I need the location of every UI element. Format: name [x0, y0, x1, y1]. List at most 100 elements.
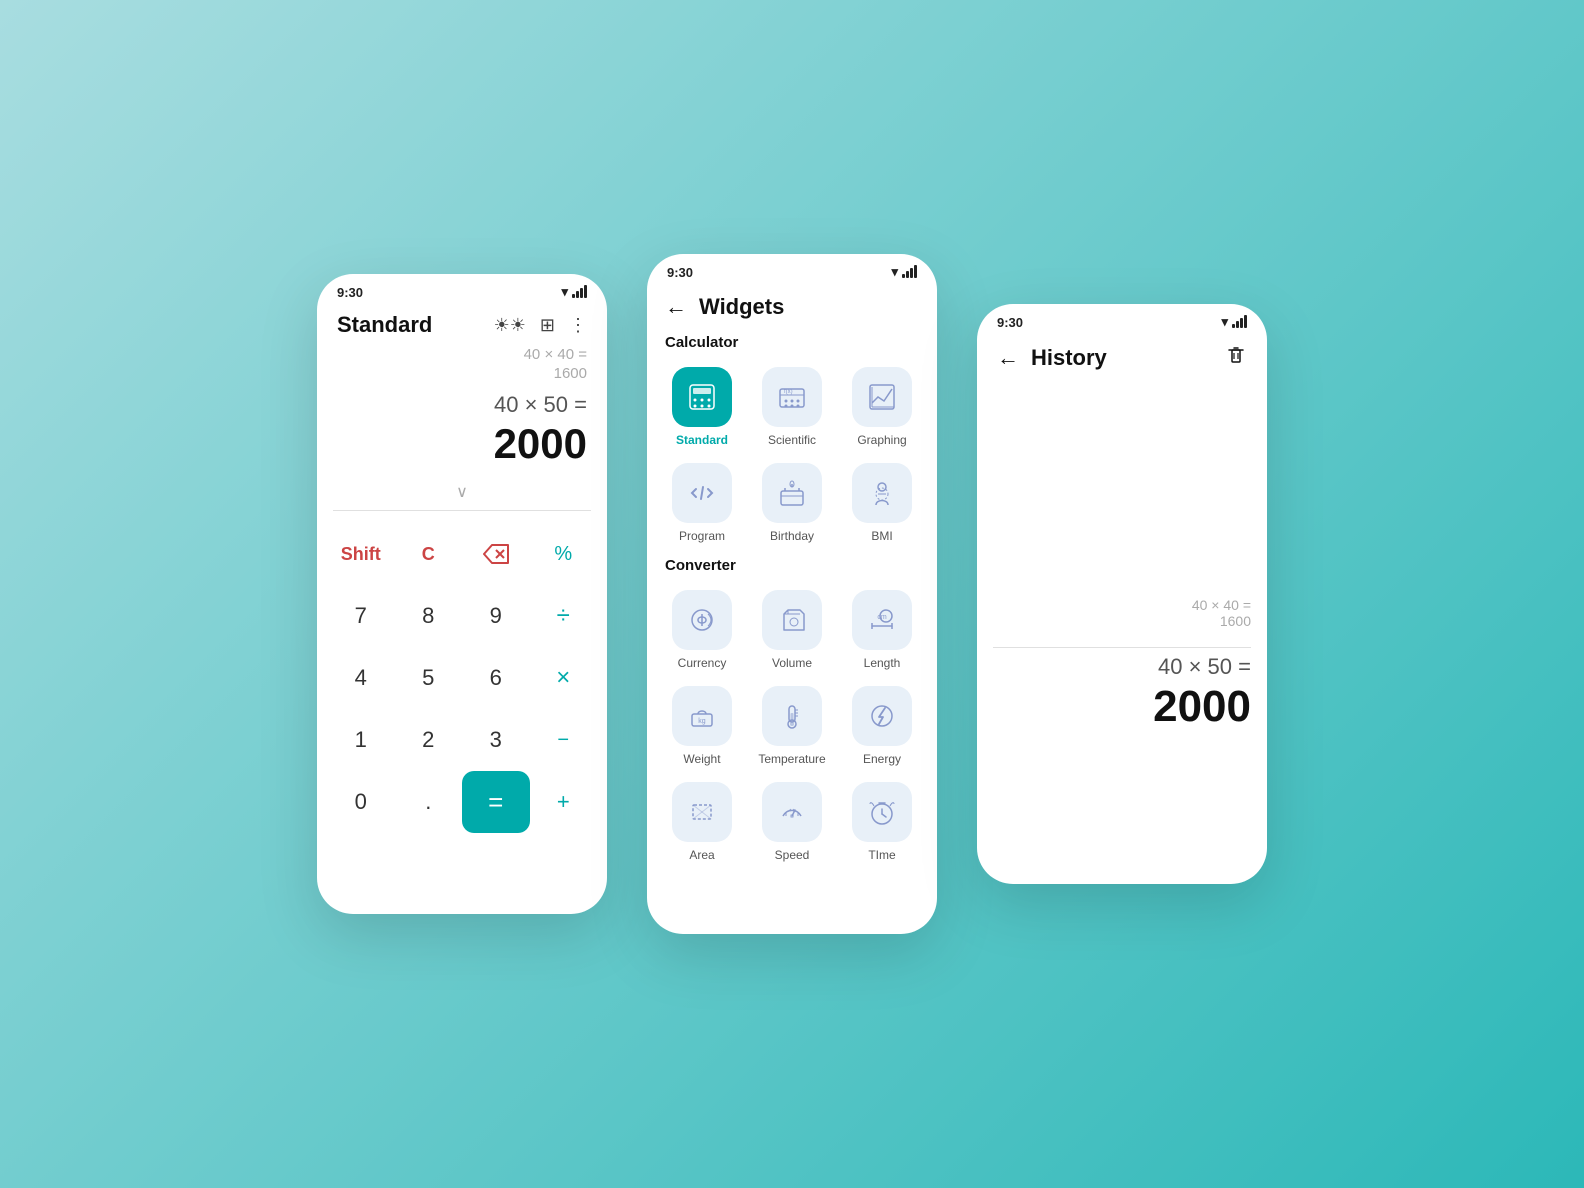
- history-body: 40 × 40 = 1600 40 × 50 = 2000: [977, 382, 1267, 732]
- history-divider: [993, 647, 1251, 648]
- key-percent[interactable]: %: [530, 523, 598, 585]
- time-icon-box: [852, 782, 912, 842]
- key-4[interactable]: 4: [327, 647, 395, 709]
- widget-energy[interactable]: Energy: [839, 678, 925, 770]
- bmi-icon: [866, 477, 898, 509]
- key-backspace[interactable]: [462, 523, 530, 585]
- volume-icon-box: [762, 590, 822, 650]
- back-button[interactable]: ←: [665, 294, 687, 320]
- key-7[interactable]: 7: [327, 585, 395, 647]
- area-icon: [686, 796, 718, 828]
- key-1[interactable]: 1: [327, 709, 395, 771]
- key-dot[interactable]: .: [395, 771, 463, 833]
- key-2[interactable]: 2: [395, 709, 463, 771]
- program-icon-box: [672, 463, 732, 523]
- svg-text:kg: kg: [698, 718, 706, 725]
- key-6[interactable]: 6: [462, 647, 530, 709]
- time-icon: [866, 796, 898, 828]
- temperature-icon: [776, 700, 808, 732]
- standard-icon-box: [672, 367, 732, 427]
- main-result: 2000: [337, 420, 587, 468]
- status-bar-3: 9:30 ▾: [977, 304, 1267, 334]
- time-2: 9:30: [667, 265, 693, 280]
- widget-speed[interactable]: Speed: [749, 774, 835, 866]
- history-back-button[interactable]: ←: [997, 345, 1019, 371]
- widget-program[interactable]: Program: [659, 455, 745, 547]
- widget-volume[interactable]: Volume: [749, 582, 835, 674]
- key-9[interactable]: 9: [462, 585, 530, 647]
- key-3[interactable]: 3: [462, 709, 530, 771]
- bmi-icon-box: [852, 463, 912, 523]
- history-old-expr: 40 × 40 =: [993, 597, 1251, 613]
- brightness-icon[interactable]: ☀: [494, 315, 526, 336]
- calculator-grid: Standard f(x) Scientific: [647, 355, 937, 551]
- key-plus[interactable]: +: [530, 771, 598, 833]
- widget-currency-label: Currency: [678, 656, 727, 670]
- keypad: Shift C % 7 8 9 ÷ 4 5 6 × 1 2 3 − 0 . = …: [317, 515, 607, 841]
- history-current-result: 2000: [993, 682, 1251, 732]
- widget-program-label: Program: [679, 529, 725, 543]
- weight-icon: kg: [686, 700, 718, 732]
- signal-icon-2: [902, 266, 917, 278]
- status-bar-2: 9:30 ▾: [647, 254, 937, 284]
- wifi-icon-3: ▾: [1221, 314, 1228, 330]
- widget-currency[interactable]: Currency: [659, 582, 745, 674]
- widget-area-label: Area: [689, 848, 714, 862]
- widget-birthday[interactable]: Birthday: [749, 455, 835, 547]
- widgets-header: ← Widgets: [647, 284, 937, 328]
- status-icons-3: ▾: [1221, 314, 1247, 330]
- widget-graphing[interactable]: Graphing: [839, 359, 925, 451]
- phone-history: 9:30 ▾ ← History: [977, 304, 1267, 884]
- speed-icon: [776, 796, 808, 828]
- widget-energy-label: Energy: [863, 752, 901, 766]
- birthday-icon: [776, 477, 808, 509]
- widget-weight[interactable]: kg Weight: [659, 678, 745, 770]
- key-clear[interactable]: C: [395, 523, 463, 585]
- widget-standard[interactable]: Standard: [659, 359, 745, 451]
- key-shift[interactable]: Shift: [327, 523, 395, 585]
- key-0[interactable]: 0: [327, 771, 395, 833]
- section-calculator-label: Calculator: [647, 328, 937, 355]
- widget-bmi-label: BMI: [871, 529, 892, 543]
- widget-area[interactable]: Area: [659, 774, 745, 866]
- key-minus[interactable]: −: [530, 709, 598, 771]
- delete-history-button[interactable]: [1225, 344, 1247, 372]
- key-8[interactable]: 8: [395, 585, 463, 647]
- birthday-icon-box: [762, 463, 822, 523]
- widget-volume-label: Volume: [772, 656, 812, 670]
- time-3: 9:30: [997, 315, 1023, 330]
- grid-icon[interactable]: ⊞: [540, 315, 555, 336]
- history-current-expr: 40 × 50 =: [993, 654, 1251, 680]
- key-divide[interactable]: ÷: [530, 585, 598, 647]
- status-bar-1: 9:30 ▾: [317, 274, 607, 304]
- key-5[interactable]: 5: [395, 647, 463, 709]
- volume-icon: [776, 604, 808, 636]
- widget-temperature[interactable]: Temperature: [749, 678, 835, 770]
- widget-bmi[interactable]: BMI: [839, 455, 925, 547]
- wifi-icon: ▾: [561, 284, 568, 300]
- energy-icon: [866, 700, 898, 732]
- widget-scientific[interactable]: f(x) Scientific: [749, 359, 835, 451]
- program-icon: [686, 477, 718, 509]
- expand-button[interactable]: ∨: [317, 478, 607, 506]
- divider: [333, 510, 591, 511]
- current-expr: 40 × 50 =: [337, 392, 587, 418]
- length-icon-box: cm: [852, 590, 912, 650]
- widget-time[interactable]: TIme: [839, 774, 925, 866]
- widgets-title: Widgets: [699, 294, 784, 320]
- key-multiply[interactable]: ×: [530, 647, 598, 709]
- widget-length[interactable]: cm Length: [839, 582, 925, 674]
- graphing-icon: [866, 381, 898, 413]
- graphing-icon-box: [852, 367, 912, 427]
- widget-birthday-label: Birthday: [770, 529, 814, 543]
- history-old-result: 1600: [993, 613, 1251, 629]
- widget-scientific-label: Scientific: [768, 433, 816, 447]
- more-icon[interactable]: ⋮: [569, 315, 587, 336]
- key-equals[interactable]: =: [462, 771, 530, 833]
- widget-length-label: Length: [864, 656, 901, 670]
- section-converter-label: Converter: [647, 551, 937, 578]
- svg-text:f(x): f(x): [784, 389, 793, 395]
- widget-temperature-label: Temperature: [758, 752, 825, 766]
- history-result: 1600: [337, 365, 587, 382]
- scientific-icon: f(x): [776, 381, 808, 413]
